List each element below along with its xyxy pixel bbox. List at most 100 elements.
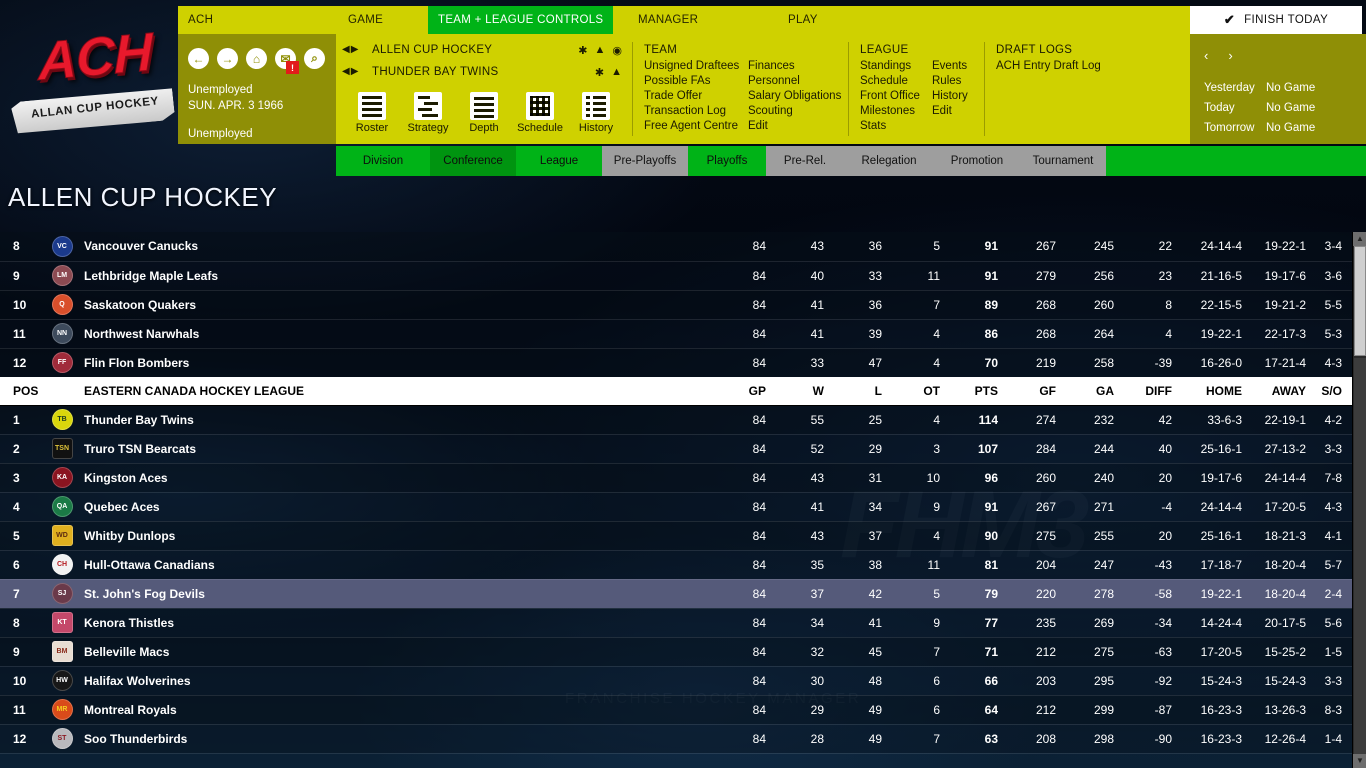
cell-so: 5-7: [1312, 550, 1356, 580]
tab-playoffs[interactable]: Playoffs: [688, 146, 766, 176]
menu-link-possible-fas[interactable]: Possible FAs: [644, 74, 748, 89]
header-home[interactable]: HOME: [1184, 376, 1248, 406]
tab-relegation[interactable]: Relegation: [844, 146, 934, 176]
table-row[interactable]: 12 ST Soo Thunderbirds 84 28 49 7 63 208 298 -90 16…: [0, 724, 1356, 754]
menu-link-team-edit[interactable]: Edit: [748, 119, 848, 134]
scrollbar-thumb[interactable]: [1354, 246, 1366, 356]
table-row[interactable]: 12 FF Flin Flon Bombers 84 33 47 4 70 219 258 -39 1…: [0, 348, 1356, 378]
table-row[interactable]: 8 KT Kenora Thistles 84 34 41 9 77 235 269 -34 14-2…: [0, 608, 1356, 638]
menu-link-salary-obligations[interactable]: Salary Obligations: [748, 89, 848, 104]
home-icon[interactable]: ⌂: [246, 48, 267, 69]
team-prev-next-icon[interactable]: ◀▶: [342, 66, 359, 77]
cell-gf: 212: [1010, 695, 1068, 725]
chevron-double-down-icon[interactable]: ✱: [578, 44, 587, 57]
home-icon[interactable]: ▲: [611, 66, 622, 79]
header-league-name[interactable]: EASTERN CANADA HOCKEY LEAGUE: [80, 376, 720, 406]
header-away[interactable]: AWAY: [1248, 376, 1312, 406]
menu-link-milestones[interactable]: Milestones: [860, 104, 932, 119]
header-so[interactable]: S/O: [1312, 376, 1356, 406]
menu-link-finances[interactable]: Finances: [748, 59, 848, 74]
scrollbar-track-lower[interactable]: [1354, 358, 1366, 754]
menu-link-transaction-log[interactable]: Transaction Log: [644, 104, 748, 119]
menu-link-front-office[interactable]: Front Office: [860, 89, 932, 104]
table-row[interactable]: 6 CH Hull-Ottawa Canadians 84 35 38 11 81 204 247…: [0, 550, 1356, 580]
header-logo[interactable]: [44, 376, 80, 406]
cell-gf: 204: [1010, 550, 1068, 580]
tab-promotion[interactable]: Promotion: [934, 146, 1020, 176]
menu-link-history[interactable]: History: [932, 89, 988, 104]
tab-division[interactable]: Division: [336, 146, 430, 176]
header-diff[interactable]: DIFF: [1126, 376, 1184, 406]
cell-home: 33-6-3: [1184, 405, 1248, 435]
forward-arrow-icon[interactable]: →: [217, 48, 238, 69]
menu-link-trade-offer[interactable]: Trade Offer: [644, 89, 748, 104]
header-pos[interactable]: POS: [0, 376, 44, 406]
vertical-scrollbar[interactable]: ▲ ▼: [1352, 232, 1366, 768]
league-selector-row[interactable]: ◀▶ ALLEN CUP HOCKEY ✱ ▲ ◉: [342, 44, 626, 62]
cell-pts: 89: [952, 290, 1010, 320]
header-ga[interactable]: GA: [1068, 376, 1126, 406]
table-row[interactable]: 4 QA Quebec Aces 84 41 34 9 91 267 271 -4 24-14-4 17…: [0, 492, 1356, 522]
search-icon[interactable]: ⌕: [304, 48, 325, 69]
menu-link-league-edit[interactable]: Edit: [932, 104, 988, 119]
table-row[interactable]: 10 Q Saskatoon Quakers 84 41 36 7 89 268 260 8 22-1…: [0, 290, 1356, 320]
header-gp[interactable]: GP: [720, 376, 778, 406]
scrollbar-down-button[interactable]: ▼: [1353, 754, 1366, 768]
quicknav-roster[interactable]: Roster: [344, 92, 400, 134]
header-ot[interactable]: OT: [894, 376, 952, 406]
menu-link-schedule[interactable]: Schedule: [860, 74, 932, 89]
header-gf[interactable]: GF: [1010, 376, 1068, 406]
quicknav-history[interactable]: History: [568, 92, 624, 134]
mail-icon[interactable]: ✉ !: [275, 48, 299, 74]
table-row[interactable]: 3 KA Kingston Aces 84 43 31 10 96 260 240 20 19-17-…: [0, 463, 1356, 493]
team-selector-row[interactable]: ◀▶ THUNDER BAY TWINS ✱ ▲: [342, 66, 626, 84]
menu-item-manager[interactable]: MANAGER: [628, 6, 708, 34]
tab-conference[interactable]: Conference: [430, 146, 516, 176]
table-row[interactable]: 1 TB Thunder Bay Twins 84 55 25 4 114 274 232 42 33…: [0, 405, 1356, 435]
table-row[interactable]: 11 NN Northwest Narwhals 84 41 39 4 86 268 264 4 19…: [0, 319, 1356, 349]
quicknav-schedule[interactable]: Schedule: [512, 92, 568, 134]
quicknav-strategy[interactable]: Strategy: [400, 92, 456, 134]
menu-item-team-league-controls[interactable]: TEAM + LEAGUE CONTROLS: [428, 6, 614, 34]
cell-pts: 66: [952, 666, 1010, 696]
chevron-double-down-icon[interactable]: ✱: [595, 66, 604, 79]
header-w[interactable]: W: [778, 376, 836, 406]
home-icon[interactable]: ▲: [595, 44, 606, 57]
back-arrow-icon[interactable]: ←: [188, 48, 209, 69]
table-row[interactable]: 9 LM Lethbridge Maple Leafs 84 40 33 11 91 279 25…: [0, 261, 1356, 291]
table-row[interactable]: 2 TSN Truro TSN Bearcats 84 52 29 3 107 284 244 40…: [0, 434, 1356, 464]
team-logo-icon: TSN: [51, 438, 73, 459]
standings-table-container[interactable]: 8 VC Vancouver Canucks 84 43 36 5 91 267 245 22 24-…: [0, 232, 1366, 768]
header-l[interactable]: L: [836, 376, 894, 406]
tab-tournament[interactable]: Tournament: [1020, 146, 1106, 176]
prev-day-icon[interactable]: ‹: [1204, 48, 1208, 63]
table-row[interactable]: 7 SJ St. John's Fog Devils 84 37 42 5 79 220 278-…: [0, 579, 1356, 609]
scrollbar-up-button[interactable]: ▲: [1353, 232, 1366, 246]
menu-item-game[interactable]: GAME: [338, 6, 393, 34]
table-row[interactable]: 5 WD Whitby Dunlops 84 43 37 4 90 275 255 20 25-16-…: [0, 521, 1356, 551]
header-pts[interactable]: PTS: [952, 376, 1010, 406]
league-prev-next-icon[interactable]: ◀▶: [342, 44, 359, 55]
menu-link-scouting[interactable]: Scouting: [748, 104, 848, 119]
finish-today-button[interactable]: ✔ FINISH TODAY: [1190, 6, 1362, 34]
menu-link-stats[interactable]: Stats: [860, 119, 932, 134]
menu-link-free-agent-centre[interactable]: Free Agent Centre: [644, 119, 748, 134]
menu-item-play[interactable]: PLAY: [778, 6, 828, 34]
menu-link-unsigned-draftees[interactable]: Unsigned Draftees: [644, 59, 748, 74]
table-row[interactable]: 11 MR Montreal Royals 84 29 49 6 64 212 299 -87 16-…: [0, 695, 1356, 725]
table-row[interactable]: 9 BM Belleville Macs 84 32 45 7 71 212 275 -63 17-2…: [0, 637, 1356, 667]
menu-item-ach[interactable]: ACH: [178, 6, 223, 34]
globe-icon[interactable]: ◉: [612, 44, 622, 57]
menu-link-rules[interactable]: Rules: [932, 74, 988, 89]
tab-pre-playoffs[interactable]: Pre-Playoffs: [602, 146, 688, 176]
table-row[interactable]: 10 HW Halifax Wolverines 84 30 48 6 66 203 295 -92…: [0, 666, 1356, 696]
table-row[interactable]: 8 VC Vancouver Canucks 84 43 36 5 91 267 245 22 24-…: [0, 232, 1356, 262]
quicknav-depth[interactable]: Depth: [456, 92, 512, 134]
next-day-icon[interactable]: ›: [1228, 48, 1232, 63]
tab-league[interactable]: League: [516, 146, 602, 176]
tab-pre-rel[interactable]: Pre-Rel.: [766, 146, 844, 176]
menu-link-personnel[interactable]: Personnel: [748, 74, 848, 89]
menu-link-events[interactable]: Events: [932, 59, 988, 74]
menu-link-standings[interactable]: Standings: [860, 59, 932, 74]
menu-link-ach-entry-draft-log[interactable]: ACH Entry Draft Log: [996, 59, 1176, 74]
